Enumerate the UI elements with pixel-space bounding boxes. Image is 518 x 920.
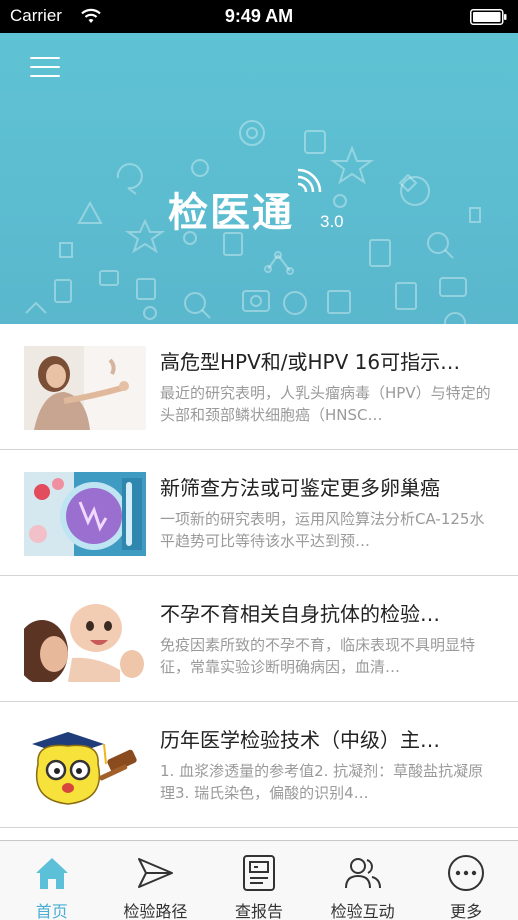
- more-icon: [448, 855, 485, 891]
- article-thumbnail: [24, 346, 146, 430]
- article-title: 新筛查方法或可鉴定更多卵巢癌: [160, 476, 440, 500]
- signal-waves-icon: [297, 168, 322, 193]
- lab-petri-dish-photo: [24, 472, 146, 556]
- graduate-cartoon-with-gavel: [24, 724, 146, 808]
- article-thumbnail: [24, 472, 146, 556]
- send-icon: [138, 858, 174, 888]
- bottom-tab-bar: 首页 检验路径 查报告 检验互动 更多: [0, 840, 518, 920]
- tab-check-report[interactable]: 查报告: [207, 841, 311, 920]
- tab-label: 检验路径: [123, 902, 188, 920]
- list-item[interactable]: 高危型HPV和/或HPV 16可指示… 最近的研究表明，人乳头瘤病毒（HPV）与…: [0, 324, 518, 450]
- article-thumbnail: [24, 598, 146, 682]
- tab-label: 更多: [450, 902, 483, 920]
- tab-interaction[interactable]: 检验互动: [311, 841, 415, 920]
- menu-button[interactable]: [28, 53, 62, 81]
- list-item[interactable]: 新筛查方法或可鉴定更多卵巢癌 一项新的研究表明，运用风险算法分析CA-125水平…: [0, 450, 518, 576]
- clock: 9:49 AM: [224, 6, 294, 26]
- menu-line-icon: [30, 57, 60, 59]
- article-summary: 一项新的研究表明，运用风险算法分析CA-125水平趋势可比等待该水平达到预…: [160, 510, 485, 550]
- home-icon: [35, 858, 68, 889]
- tab-label: 检验互动: [330, 902, 395, 920]
- article-title: 高危型HPV和/或HPV 16可指示…: [160, 350, 461, 374]
- tab-home[interactable]: 首页: [0, 841, 104, 920]
- users-icon: [344, 858, 381, 889]
- app-version: 3.0: [320, 212, 344, 231]
- list-item[interactable]: 历年医学检验技术（中级）主… 1. 血浆渗透量的参考值2. 抗凝剂：草酸盐抗凝原…: [0, 702, 518, 828]
- list-item[interactable]: 不孕不育相关自身抗体的检验… 免疫因素所致的不孕不育，临床表现不具明显特征，常靠…: [0, 576, 518, 702]
- article-summary: 最近的研究表明，人乳头瘤病毒（HPV）与特定的头部和颈部鳞状细胞癌（HNSC…: [160, 384, 491, 424]
- article-summary: 1. 血浆渗透量的参考值2. 抗凝剂：草酸盐抗凝原理3. 瑞氏染色，偏酸的识别4…: [160, 762, 484, 802]
- status-bar: Carrier 9:49 AM: [0, 0, 518, 33]
- app-logo-text: 检医通: [168, 190, 294, 236]
- article-thumbnail: [24, 724, 146, 808]
- hero-banner: 检医通 3.0: [0, 33, 518, 324]
- tab-label: 首页: [35, 902, 68, 920]
- article-title: 历年医学检验技术（中级）主…: [160, 728, 440, 752]
- tab-more[interactable]: 更多: [414, 841, 518, 920]
- tab-label: 查报告: [234, 902, 283, 920]
- article-list: 高危型HPV和/或HPV 16可指示… 最近的研究表明，人乳头瘤病毒（HPV）与…: [0, 324, 518, 828]
- tab-inspection-path[interactable]: 检验路径: [104, 841, 208, 920]
- article-summary: 免疫因素所致的不孕不育，临床表现不具明显特征，常靠实验诊断明确病因，血清…: [160, 636, 476, 676]
- menu-line-icon: [30, 66, 60, 68]
- woman-with-child-photo: [24, 346, 146, 430]
- battery-icon: [470, 9, 507, 25]
- app-logo: 检医通 3.0: [168, 168, 358, 238]
- menu-line-icon: [30, 75, 60, 77]
- mother-kissing-baby-photo: [24, 598, 146, 682]
- report-icon: [242, 855, 275, 891]
- article-title: 不孕不育相关自身抗体的检验…: [160, 602, 440, 626]
